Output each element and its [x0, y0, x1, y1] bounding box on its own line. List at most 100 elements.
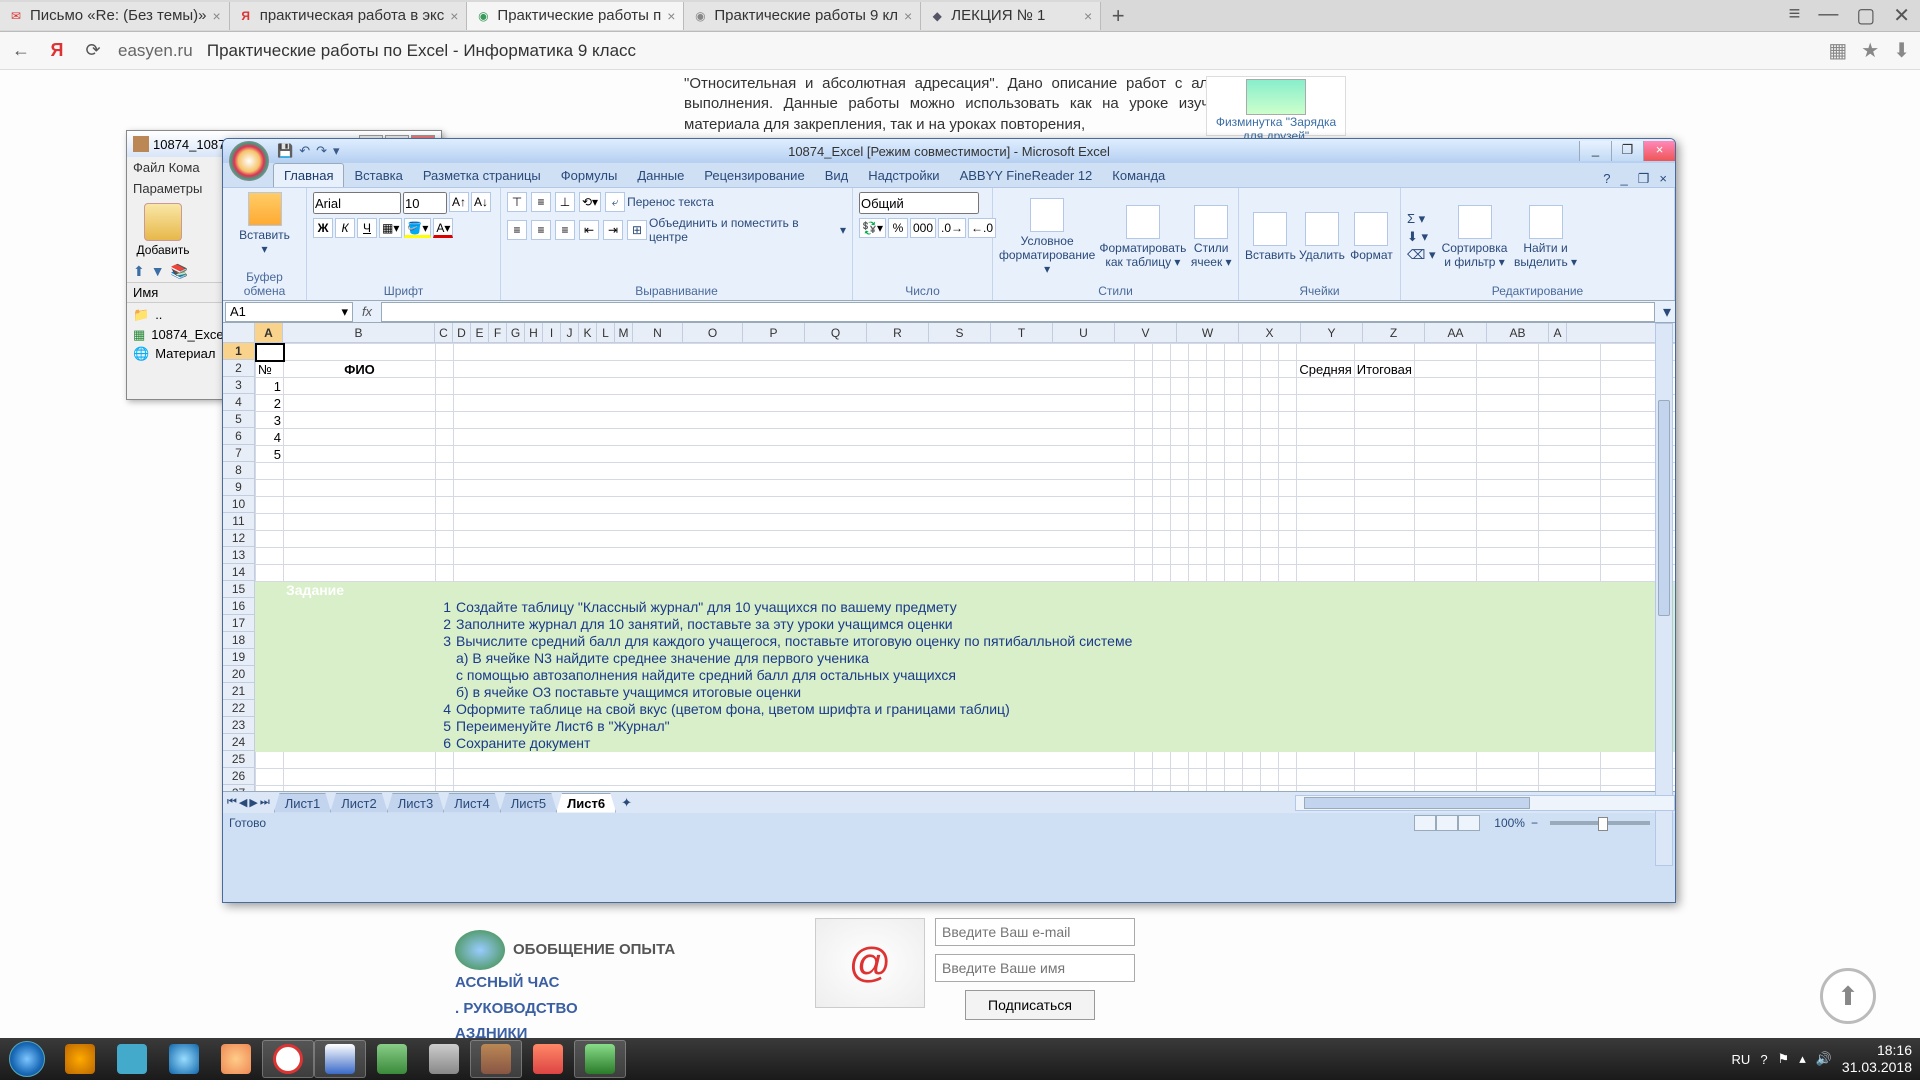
- column-header[interactable]: S: [929, 323, 991, 342]
- align-right-icon[interactable]: ≡: [555, 220, 575, 240]
- maximize-icon[interactable]: ▢: [1856, 3, 1875, 28]
- find-select-button[interactable]: Найти и выделить ▾: [1514, 205, 1578, 269]
- column-header[interactable]: M: [615, 323, 633, 342]
- browser-tab[interactable]: Япрактическая работа в экс×: [230, 2, 468, 30]
- ribbon-tab[interactable]: ABBYY FineReader 12: [950, 164, 1103, 187]
- row-header[interactable]: 10: [223, 496, 254, 513]
- font-select[interactable]: [313, 192, 401, 214]
- row-header[interactable]: 22: [223, 700, 254, 717]
- format-table-button[interactable]: Форматировать как таблицу ▾: [1099, 205, 1186, 269]
- taskbar-item[interactable]: [106, 1040, 158, 1078]
- taskbar-item[interactable]: [210, 1040, 262, 1078]
- undo-icon[interactable]: ↶: [299, 143, 310, 159]
- row-header[interactable]: 7: [223, 445, 254, 462]
- indent-increase-icon[interactable]: ⇥: [603, 220, 623, 240]
- maximize-icon[interactable]: ❐: [1611, 141, 1643, 161]
- zoom-out-icon[interactable]: −: [1531, 816, 1538, 830]
- row-header[interactable]: 12: [223, 530, 254, 547]
- chevron-down-icon[interactable]: ▾: [333, 143, 340, 159]
- extension-icon[interactable]: ▦: [1828, 38, 1847, 63]
- taskbar-item[interactable]: [522, 1040, 574, 1078]
- row-header[interactable]: 9: [223, 479, 254, 496]
- column-header[interactable]: P: [743, 323, 805, 342]
- column-header[interactable]: R: [867, 323, 929, 342]
- yandex-icon[interactable]: Я: [46, 40, 68, 62]
- add-button[interactable]: Добавить: [133, 203, 193, 257]
- redo-icon[interactable]: ↷: [316, 143, 327, 159]
- office-button[interactable]: [229, 141, 269, 181]
- row-header[interactable]: 21: [223, 683, 254, 700]
- horizontal-scrollbar[interactable]: [1295, 795, 1675, 811]
- view-buttons[interactable]: [1414, 815, 1480, 831]
- clear-icon[interactable]: ⌫ ▾: [1407, 247, 1436, 263]
- column-header[interactable]: F: [489, 323, 507, 342]
- column-header[interactable]: D: [453, 323, 471, 342]
- close-icon[interactable]: ✕: [1893, 3, 1910, 28]
- column-header[interactable]: A: [1549, 323, 1567, 342]
- restore-icon[interactable]: ❐: [1638, 171, 1650, 187]
- column-header[interactable]: V: [1115, 323, 1177, 342]
- row-header[interactable]: 14: [223, 564, 254, 581]
- column-header[interactable]: Z: [1363, 323, 1425, 342]
- font-color-button[interactable]: A▾: [433, 218, 453, 238]
- taskbar-item[interactable]: [158, 1040, 210, 1078]
- column-header[interactable]: O: [683, 323, 743, 342]
- download-icon[interactable]: ⬇: [1893, 38, 1910, 63]
- decrease-font-icon[interactable]: A↓: [471, 192, 491, 212]
- clock[interactable]: 18:1631.03.2018: [1842, 1042, 1912, 1076]
- row-headers[interactable]: 1234567891011121314151617181920212223242…: [223, 323, 255, 791]
- column-header[interactable]: AB: [1487, 323, 1549, 342]
- font-size-select[interactable]: [403, 192, 447, 214]
- column-header[interactable]: U: [1053, 323, 1115, 342]
- close-icon[interactable]: ×: [904, 8, 912, 24]
- minimize-icon[interactable]: _: [1579, 141, 1611, 161]
- sheet-tab[interactable]: Лист1: [274, 793, 331, 813]
- align-left-icon[interactable]: ≡: [507, 220, 527, 240]
- conditional-format-button[interactable]: Условное форматирование ▾: [999, 198, 1095, 276]
- ribbon-tab[interactable]: Рецензирование: [694, 164, 814, 187]
- currency-icon[interactable]: 💱▾: [859, 218, 886, 238]
- close-workbook-icon[interactable]: ×: [1659, 171, 1667, 187]
- bookmark-icon[interactable]: ★: [1861, 38, 1879, 63]
- column-header[interactable]: H: [525, 323, 543, 342]
- row-header[interactable]: 6: [223, 428, 254, 445]
- taskbar-item[interactable]: [314, 1040, 366, 1078]
- cell-styles-button[interactable]: Стили ячеек ▾: [1190, 205, 1232, 269]
- row-header[interactable]: 27: [223, 785, 254, 791]
- tray-icon[interactable]: ?: [1760, 1052, 1767, 1067]
- formula-input[interactable]: [381, 302, 1655, 322]
- select-all-corner[interactable]: [223, 323, 254, 343]
- close-icon[interactable]: ×: [213, 8, 221, 24]
- close-icon[interactable]: ×: [1084, 8, 1092, 24]
- worksheet[interactable]: 1234567891011121314151617181920212223242…: [223, 323, 1675, 791]
- sort-filter-button[interactable]: Сортировка и фильтр ▾: [1440, 205, 1510, 269]
- column-header[interactable]: C: [435, 323, 453, 342]
- fx-icon[interactable]: fx: [353, 304, 381, 319]
- wrap-text-icon[interactable]: ⤶: [605, 192, 625, 212]
- taskbar-item[interactable]: [470, 1040, 522, 1078]
- indent-decrease-icon[interactable]: ⇤: [579, 220, 599, 240]
- browser-tab[interactable]: ✉Письмо «Re: (Без темы)»×: [0, 2, 230, 30]
- taskbar-item[interactable]: [418, 1040, 470, 1078]
- row-header[interactable]: 13: [223, 547, 254, 564]
- ribbon-tab[interactable]: Вид: [815, 164, 859, 187]
- row-header[interactable]: 11: [223, 513, 254, 530]
- ribbon-tab[interactable]: Команда: [1102, 164, 1175, 187]
- subscribe-button[interactable]: Подписаться: [965, 990, 1095, 1020]
- save-icon[interactable]: 💾: [277, 143, 293, 159]
- row-header[interactable]: 24: [223, 734, 254, 751]
- help-icon[interactable]: ?: [1603, 171, 1610, 187]
- browser-tab-active[interactable]: ◉Практические работы п×: [467, 2, 684, 30]
- column-header[interactable]: X: [1239, 323, 1301, 342]
- column-header[interactable]: Y: [1301, 323, 1363, 342]
- expand-formula-icon[interactable]: ▾: [1659, 302, 1675, 322]
- orientation-icon[interactable]: ⟲▾: [579, 192, 601, 212]
- row-header[interactable]: 2: [223, 360, 254, 377]
- action-center-icon[interactable]: ⚑: [1778, 1051, 1790, 1067]
- row-header[interactable]: 4: [223, 394, 254, 411]
- sheet-tab[interactable]: Лист5: [500, 793, 557, 813]
- tray-chevron-icon[interactable]: ▴: [1799, 1051, 1806, 1067]
- bold-button[interactable]: Ж: [313, 218, 333, 238]
- zoom-level[interactable]: 100%: [1494, 816, 1525, 830]
- column-header[interactable]: B: [283, 323, 435, 342]
